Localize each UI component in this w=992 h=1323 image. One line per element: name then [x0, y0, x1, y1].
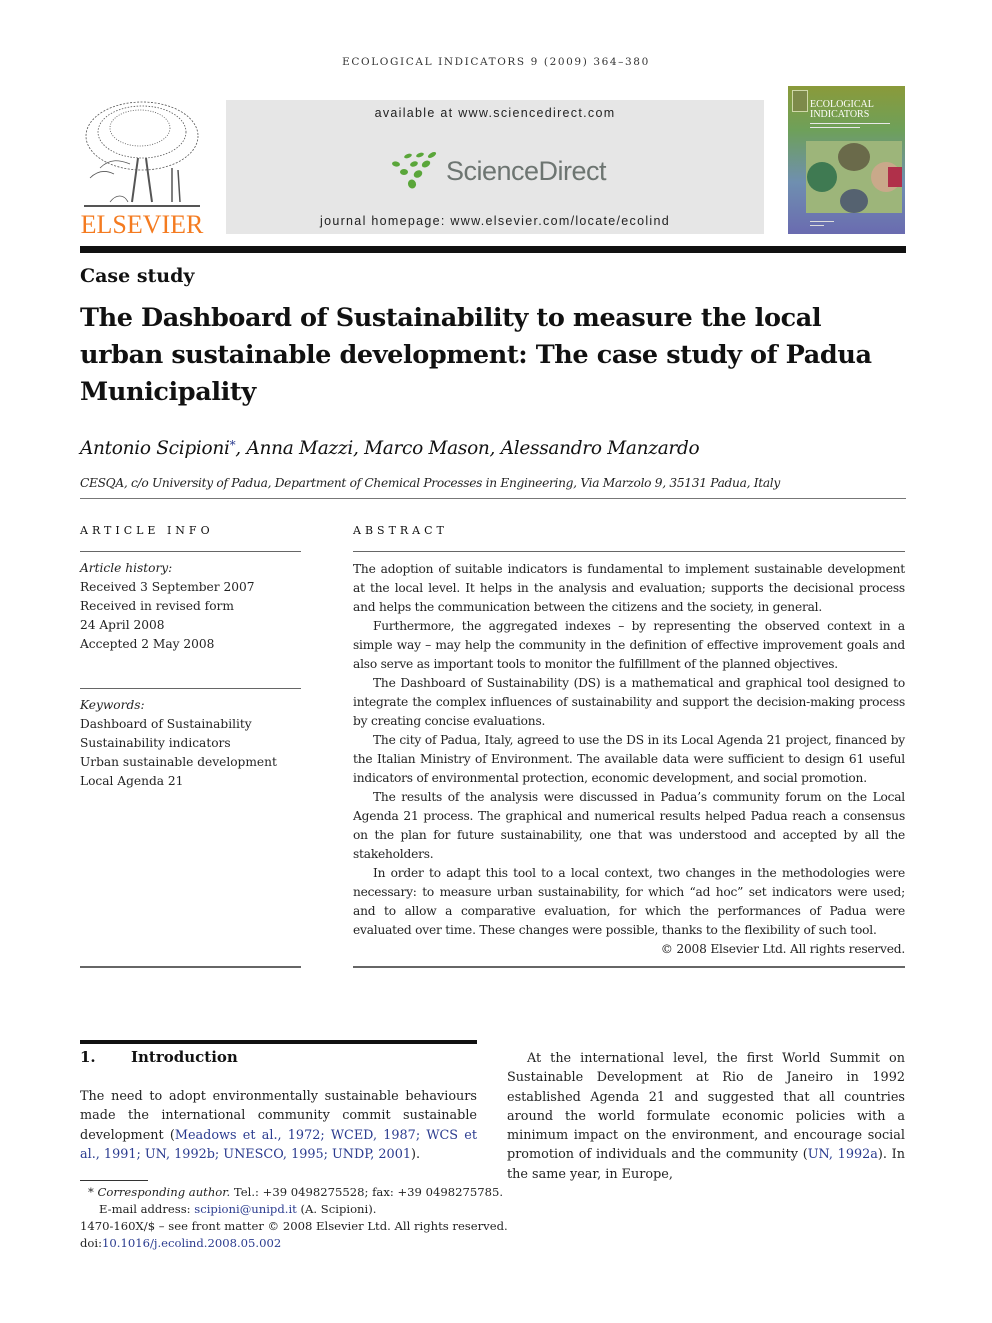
journal-homepage-link[interactable]: journal homepage: www.elsevier.com/locat…: [226, 214, 764, 228]
keyword: Dashboard of Sustainability: [80, 717, 252, 731]
article-info-heading: ARTICLE INFO: [80, 524, 214, 537]
intro-left-paragraph: The need to adopt environmentally sustai…: [80, 1089, 477, 1162]
cover-footer: [810, 221, 834, 226]
article-info-end-rule: [80, 966, 301, 968]
corresponding-author-marker[interactable]: *: [230, 438, 236, 452]
affiliation: CESQA, c/o University of Padua, Departme…: [80, 476, 780, 490]
sciencedirect-banner: available at www.sciencedirect.com Scien…: [226, 100, 764, 234]
running-head: ECOLOGICAL INDICATORS 9 (2009) 364–380: [342, 56, 650, 68]
sciencedirect-dots-icon: [392, 152, 437, 189]
section-heading-introduction: 1. Introduction: [80, 1048, 238, 1066]
author-name: Marco Mason: [364, 438, 490, 459]
email-footnote: E-mail address: scipioni@unipd.it (A. Sc…: [99, 1202, 377, 1216]
keywords-rule: [80, 688, 301, 689]
abstract-body: The adoption of suitable indicators is f…: [353, 560, 905, 959]
header-rule: [80, 246, 906, 253]
section-number: 1.: [80, 1048, 96, 1066]
article-history-label: Article history:: [80, 561, 173, 575]
section-title: Introduction: [131, 1048, 238, 1066]
article-info-rule: [80, 551, 301, 552]
history-item: Received in revised form: [80, 599, 234, 613]
email-link[interactable]: scipioni@unipd.it: [194, 1202, 297, 1216]
keywords-label: Keywords:: [80, 698, 145, 712]
keywords-list: Keywords: Dashboard of Sustainability Su…: [80, 696, 301, 791]
cover-title: ECOLOGICAL INDICATORS: [810, 99, 874, 120]
abstract-paragraph: The Dashboard of Sustainability (DS) is …: [353, 676, 905, 728]
sciencedirect-logo[interactable]: ScienceDirect: [390, 152, 607, 192]
author-name: Alessandro Manzardo: [500, 438, 700, 459]
abstract-paragraph: The adoption of suitable indicators is f…: [353, 562, 905, 614]
corresponding-author-footnote: * Corresponding author. Tel.: +39 049827…: [88, 1185, 504, 1199]
abstract-paragraph: The results of the analysis were discuss…: [353, 790, 905, 861]
elsevier-tree-icon: [84, 101, 200, 207]
keyword: Local Agenda 21: [80, 774, 184, 788]
section-rule: [80, 1040, 477, 1044]
issn-line: 1470-160X/$ – see front matter © 2008 El…: [80, 1219, 508, 1233]
abstract-copyright: © 2008 Elsevier Ltd. All rights reserved…: [660, 942, 905, 956]
abstract-rule: [353, 551, 905, 552]
history-item: 24 April 2008: [80, 618, 165, 632]
elsevier-logo[interactable]: ELSEVIER: [80, 98, 204, 240]
citation-link[interactable]: UN, 1992a: [808, 1147, 878, 1162]
author-list: Antonio Scipioni*, Anna Mazzi, Marco Mas…: [80, 438, 700, 459]
article-title: The Dashboard of Sustainability to measu…: [80, 303, 872, 407]
available-at-link[interactable]: available at www.sciencedirect.com: [226, 106, 764, 120]
doi-link[interactable]: 10.1016/j.ecolind.2008.05.002: [102, 1236, 281, 1250]
elsevier-wordmark: ELSEVIER: [80, 210, 204, 239]
intro-right-paragraph: At the international level, the first Wo…: [507, 1051, 905, 1182]
journal-cover-image: [806, 141, 902, 213]
affiliation-rule: [80, 498, 906, 499]
elsevier-small-logo-icon: [792, 90, 808, 112]
journal-cover[interactable]: ECOLOGICAL INDICATORS: [788, 86, 905, 234]
sciencedirect-wordmark: ScienceDirect: [446, 156, 607, 186]
article-history: Article history: Received 3 September 20…: [80, 559, 301, 654]
author-name: Anna Mazzi: [246, 438, 353, 459]
abstract-heading: ABSTRACT: [353, 524, 448, 537]
doi-line: doi:10.1016/j.ecolind.2008.05.002: [80, 1236, 282, 1250]
history-item: Accepted 2 May 2008: [80, 637, 215, 651]
article-type: Case study: [80, 265, 195, 287]
abstract-paragraph: The city of Padua, Italy, agreed to use …: [353, 733, 905, 785]
keyword: Urban sustainable development: [80, 755, 277, 769]
abstract-paragraph: In order to adapt this tool to a local c…: [353, 866, 905, 937]
abstract-end-rule: [353, 966, 905, 968]
history-item: Received 3 September 2007: [80, 580, 255, 594]
footnote-rule: [80, 1180, 148, 1181]
keyword: Sustainability indicators: [80, 736, 231, 750]
abstract-paragraph: Furthermore, the aggregated indexes – by…: [353, 619, 905, 671]
author-name: Antonio Scipioni: [80, 438, 230, 459]
cover-subtitle: [810, 122, 900, 132]
footnotes: * Corresponding author. Tel.: +39 049827…: [80, 1184, 530, 1252]
